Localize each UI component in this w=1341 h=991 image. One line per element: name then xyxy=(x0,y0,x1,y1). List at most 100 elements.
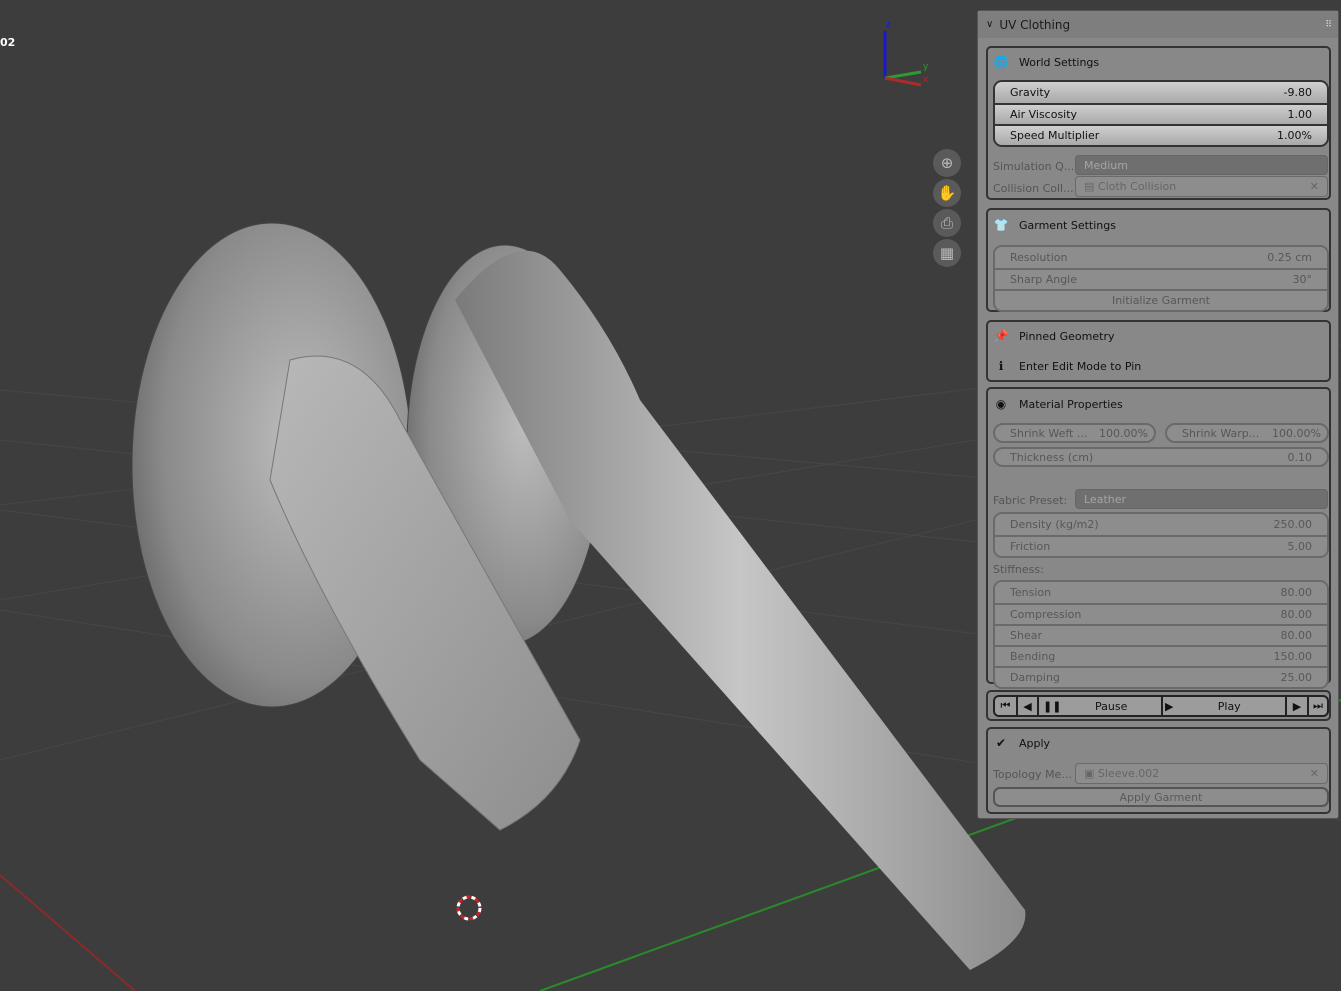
clear-icon[interactable]: ✕ xyxy=(1310,180,1319,193)
density-friction-fields: Density (kg/m2) 250.00 Friction 5.00 xyxy=(993,512,1329,558)
pinned-info: ℹ Enter Edit Mode to Pin xyxy=(993,355,1142,377)
step-back-button[interactable]: ◀ xyxy=(1016,697,1037,715)
camera-icon[interactable]: ⎙ xyxy=(933,209,961,237)
playback-box: ⏮ ◀ ❚❚ Pause ▶ Play ▶ ⏭ xyxy=(986,690,1331,721)
fabric-preset-dropdown[interactable]: Leather xyxy=(1075,489,1328,509)
axis-gizmo xyxy=(883,31,922,87)
apply-garment-button[interactable]: Apply Garment xyxy=(993,787,1329,807)
pinned-header: 📌 Pinned Geometry xyxy=(993,325,1115,347)
shear-field[interactable]: Shear 80.00 xyxy=(995,624,1327,645)
shrink-warp-field[interactable]: Shrink Warp... 100.00% xyxy=(1165,423,1329,443)
field-value: 5.00 xyxy=(1287,540,1313,553)
garment-settings-box: 👕 Garment Settings Resolution 0.25 cm Shar… xyxy=(986,208,1331,312)
gizmo-y-label: y xyxy=(923,62,929,72)
field-value: 100.00% xyxy=(1272,426,1321,440)
jump-start-button[interactable]: ⏮ xyxy=(995,697,1016,715)
info-icon: ℹ xyxy=(998,359,1004,373)
garment-title: Garment Settings xyxy=(1019,218,1116,232)
stiffness-label: Stiffness: xyxy=(993,563,1044,576)
stiffness-fields: Tension 80.00 Compression 80.00 Shear 80.00… xyxy=(993,580,1329,689)
playback-controls: ⏮ ◀ ❚❚ Pause ▶ Play ▶ ⏭ xyxy=(993,695,1329,717)
field-value: 1.00% xyxy=(1277,129,1312,142)
air-viscosity-field[interactable]: Air Viscosity 1.00 xyxy=(995,103,1327,124)
sim-quality-dropdown[interactable]: Medium xyxy=(1075,155,1328,175)
field-value: 30° xyxy=(1292,273,1313,286)
gizmo-x-label: x xyxy=(923,75,929,85)
field-label: Shrink Weft ... xyxy=(1010,426,1088,440)
play-button[interactable]: ▶ Play xyxy=(1161,697,1285,715)
grid-perspective-icon[interactable]: ▦ xyxy=(933,239,961,267)
compression-field[interactable]: Compression 80.00 xyxy=(995,603,1327,624)
gizmo-z-label: z xyxy=(886,20,891,30)
fabric-preset-label: Fabric Preset: xyxy=(993,494,1068,507)
material-properties-box: ◉ Material Properties Shrink Weft ... 100.… xyxy=(986,387,1331,689)
step-forward-button[interactable]: ▶ xyxy=(1285,697,1307,715)
field-label: Air Viscosity xyxy=(1010,108,1078,121)
collision-value: Cloth Collision xyxy=(1097,180,1177,193)
resolution-field[interactable]: Resolution 0.25 cm xyxy=(995,247,1327,268)
initialize-garment-button[interactable]: Initialize Garment xyxy=(995,289,1327,310)
friction-field[interactable]: Friction 5.00 xyxy=(995,535,1327,556)
sim-quality-label: Simulation Q... xyxy=(993,160,1075,173)
play-icon: ▶ xyxy=(1165,699,1174,713)
field-value: 150.00 xyxy=(1273,650,1313,663)
gravity-field[interactable]: Gravity -9.80 xyxy=(995,82,1327,103)
field-value: 80.00 xyxy=(1280,629,1313,642)
pinned-info-text: Enter Edit Mode to Pin xyxy=(1019,359,1142,373)
material-icon: ◉ xyxy=(995,397,1007,411)
bending-field[interactable]: Bending 150.00 xyxy=(995,645,1327,666)
field-label: Thickness (cm) xyxy=(1010,450,1094,464)
field-label: Compression xyxy=(1010,608,1082,621)
field-label: Shrink Warp... xyxy=(1182,426,1260,440)
collision-collection-label: Collision Coll... xyxy=(993,182,1074,195)
world-settings-header: 🌐 World Settings xyxy=(993,51,1100,73)
garment-fields: Resolution 0.25 cm Sharp Angle 30° Initial… xyxy=(993,245,1329,312)
field-label: Damping xyxy=(1010,671,1060,684)
field-label: Bending xyxy=(1010,650,1056,663)
panel-header[interactable]: ∨ UV Clothing ⠿ xyxy=(978,11,1338,38)
pause-icon: ❚❚ xyxy=(1043,699,1062,713)
3d-cursor xyxy=(456,895,482,921)
apply-title: Apply xyxy=(1019,736,1051,750)
speed-multiplier-field[interactable]: Speed Multiplier 1.00% xyxy=(995,124,1327,145)
field-label: Resolution xyxy=(1010,251,1068,264)
panel-title: UV Clothing xyxy=(999,17,1071,32)
chevron-down-icon[interactable]: ∨ xyxy=(986,19,993,30)
field-value: 0.10 xyxy=(1287,450,1313,464)
sharp-angle-field[interactable]: Sharp Angle 30° xyxy=(995,268,1327,289)
damping-field[interactable]: Damping 25.00 xyxy=(995,666,1327,687)
x-axis-line xyxy=(0,874,136,991)
drag-handle-icon[interactable]: ⠿ xyxy=(1325,20,1332,30)
tension-field[interactable]: Tension 80.00 xyxy=(995,582,1327,603)
thickness-field[interactable]: Thickness (cm) 0.10 xyxy=(993,447,1329,467)
field-label: Density (kg/m2) xyxy=(1010,518,1099,531)
density-field[interactable]: Density (kg/m2) 250.00 xyxy=(995,514,1327,535)
hand-pan-icon[interactable]: ✋ xyxy=(933,179,961,207)
material-header: ◉ Material Properties xyxy=(993,393,1123,415)
field-label: Tension xyxy=(1010,586,1052,599)
pinned-geometry-box: 📌 Pinned Geometry ℹ Enter Edit Mode to Pin xyxy=(986,320,1331,382)
garment-header: 👕 Garment Settings xyxy=(993,214,1116,236)
clear-icon[interactable]: ✕ xyxy=(1310,767,1319,780)
field-value: -9.80 xyxy=(1283,86,1312,99)
shrink-weft-field[interactable]: Shrink Weft ... 100.00% xyxy=(993,423,1156,443)
globe-icon: 🌐 xyxy=(993,55,1009,69)
collision-collection-field[interactable]: ▤ Cloth Collision ✕ xyxy=(1075,176,1328,197)
pause-button[interactable]: ❚❚ Pause xyxy=(1037,697,1161,715)
field-value: 100.00% xyxy=(1099,426,1148,440)
topology-mesh-field[interactable]: ▣ Sleeve.002 ✕ xyxy=(1075,763,1328,784)
world-fields: Gravity -9.80 Air Viscosity 1.00 Speed Mul… xyxy=(993,80,1329,147)
field-value: 25.00 xyxy=(1280,671,1313,684)
object-label: 02 xyxy=(0,36,16,49)
topology-mesh-label: Topology Me... xyxy=(993,768,1072,781)
play-label: Play xyxy=(1217,699,1241,713)
shirt-icon: 👕 xyxy=(993,218,1009,232)
zoom-icon[interactable]: ⊕ xyxy=(933,149,961,177)
world-settings-box: 🌐 World Settings Gravity -9.80 Air Viscosi… xyxy=(986,46,1331,200)
uv-clothing-panel: ∨ UV Clothing ⠿ 🌐 World Settings Gravity -… xyxy=(977,10,1339,819)
field-label: Friction xyxy=(1010,540,1051,553)
field-value: 1.00 xyxy=(1287,108,1313,121)
jump-end-button[interactable]: ⏭ xyxy=(1307,697,1327,715)
field-value: 250.00 xyxy=(1273,518,1313,531)
field-value: 80.00 xyxy=(1280,586,1313,599)
